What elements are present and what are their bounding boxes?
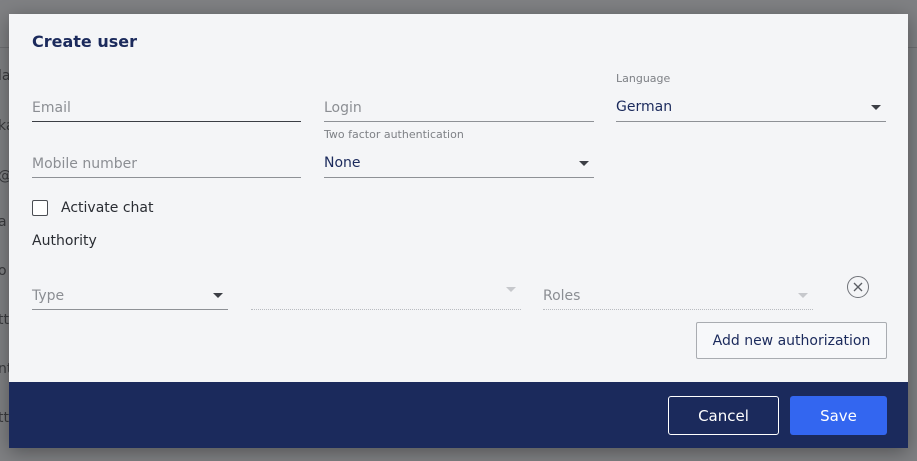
two-factor-select[interactable]: Two factor authentication None [324,128,594,178]
login-field[interactable]: Login [324,94,594,122]
create-user-dialog: Create user Email Login Language German … [9,14,908,448]
remove-authorization-button[interactable] [847,276,869,298]
email-field[interactable]: Email [32,94,301,122]
chevron-down-icon [506,287,516,292]
add-new-authorization-button[interactable]: Add new authorization [696,322,887,359]
language-select[interactable]: Language German [616,72,886,122]
language-value: German [616,99,673,115]
two-factor-label: Two factor authentication [324,128,464,141]
roles-placeholder: Roles [543,288,581,304]
activate-chat-checkbox[interactable] [32,200,48,216]
authority-type-select[interactable]: Type [32,282,228,310]
authority-section-label: Authority [32,233,97,249]
close-icon [853,282,863,292]
login-placeholder: Login [324,100,362,116]
language-label: Language [616,72,671,85]
backdrop-text: a [0,214,7,230]
chevron-down-icon [871,105,881,110]
chevron-down-icon [579,161,589,166]
cancel-button[interactable]: Cancel [668,396,779,435]
dialog-footer: Cancel Save [9,382,908,448]
backdrop-text: tt [0,312,9,328]
chevron-down-icon [213,293,223,298]
authority-scope-select[interactable] [251,282,521,310]
activate-chat-label: Activate chat [61,200,154,216]
save-button[interactable]: Save [790,396,887,435]
two-factor-value: None [324,155,361,171]
chevron-down-icon [798,293,808,298]
dialog-title: Create user [32,32,138,51]
type-placeholder: Type [32,288,65,304]
mobile-placeholder: Mobile number [32,156,138,172]
mobile-number-field[interactable]: Mobile number [32,150,301,178]
backdrop-text: tt [0,410,9,426]
email-placeholder: Email [32,100,71,116]
authority-roles-select[interactable]: Roles [543,282,813,310]
backdrop-text: o [0,263,7,279]
